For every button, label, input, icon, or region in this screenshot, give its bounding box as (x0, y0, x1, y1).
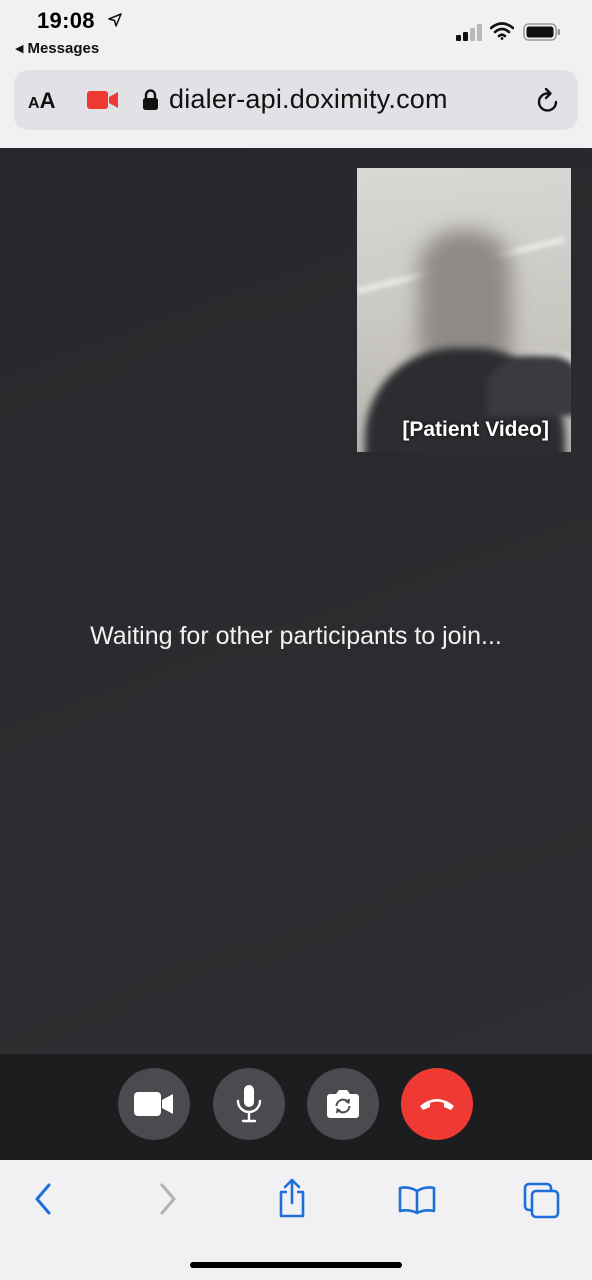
wifi-icon (490, 22, 514, 40)
location-arrow-icon (108, 13, 122, 27)
video-shoulder (487, 356, 571, 416)
microphone-icon (236, 1085, 262, 1123)
self-view-label: [Patient Video] (402, 418, 549, 441)
status-time: 19:08 (37, 8, 95, 33)
camera-recording-icon[interactable] (87, 90, 119, 110)
text-size-large: A (39, 88, 56, 113)
status-bar: 19:08 ◀ Messages (0, 0, 592, 64)
text-size-button[interactable]: AA (28, 88, 55, 114)
back-to-app-link[interactable]: ◀ Messages (15, 40, 99, 57)
home-indicator (190, 1262, 402, 1268)
back-triangle-icon: ◀ (15, 43, 24, 55)
back-icon[interactable] (33, 1182, 53, 1216)
waiting-message: Waiting for other participants to join..… (90, 622, 502, 650)
switch-camera-button[interactable] (307, 1068, 379, 1140)
browser-toolbar (0, 1160, 592, 1280)
reload-icon[interactable] (536, 87, 560, 113)
browser-address-area: AA dialer-api.doximity.com (0, 64, 592, 148)
end-call-button[interactable] (401, 1068, 473, 1140)
text-size-small: A (28, 95, 40, 112)
cellular-signal-icon (456, 24, 482, 41)
forward-icon[interactable] (158, 1182, 178, 1216)
video-call-area: [Patient Video] Waiting for other partic… (0, 148, 592, 1054)
tabs-icon[interactable] (523, 1182, 561, 1220)
switch-camera-icon (327, 1090, 359, 1118)
back-app-label: Messages (27, 40, 100, 57)
video-camera-icon (134, 1092, 173, 1116)
share-icon[interactable] (277, 1178, 307, 1218)
self-view-video[interactable]: [Patient Video] (357, 168, 571, 452)
video-toggle-button[interactable] (118, 1068, 190, 1140)
url-domain: dialer-api.doximity.com (169, 84, 448, 114)
end-call-icon (420, 1099, 454, 1110)
bookmarks-icon[interactable] (398, 1185, 436, 1215)
address-bar[interactable]: AA dialer-api.doximity.com (14, 70, 578, 130)
battery-icon (523, 23, 560, 41)
lock-icon (143, 89, 158, 110)
microphone-toggle-button[interactable] (213, 1068, 285, 1140)
call-controls (0, 1054, 592, 1160)
